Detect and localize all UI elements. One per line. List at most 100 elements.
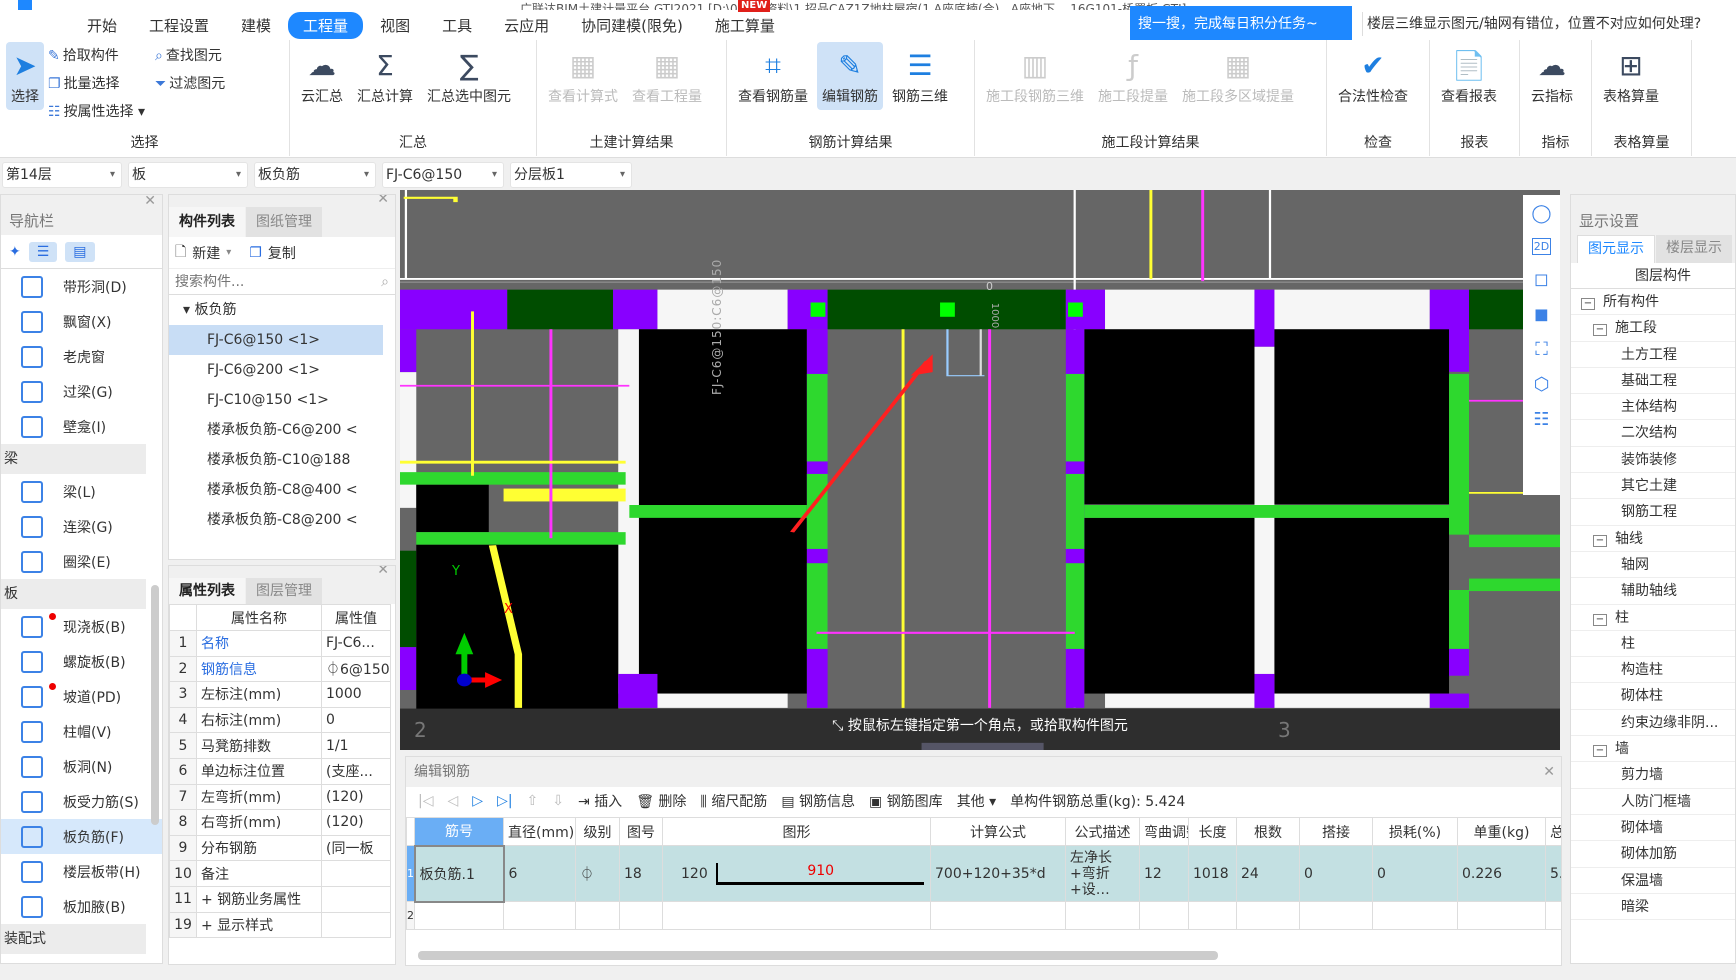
column-header[interactable]: 搭接 bbox=[1299, 817, 1373, 846]
property-value[interactable]: 0 bbox=[321, 706, 391, 734]
rebar-library-button[interactable]: ▣ 钢筋图库 bbox=[869, 791, 943, 811]
property-value[interactable]: FJ-C6... bbox=[321, 630, 391, 657]
column-header[interactable]: 级别 bbox=[575, 817, 620, 846]
property-row[interactable]: 6 单边标注位置 (支座... bbox=[169, 757, 391, 785]
component-item[interactable]: FJ-C6@200 <1> bbox=[169, 355, 383, 385]
layer-tree-item[interactable]: 柱 bbox=[1571, 631, 1735, 658]
property-row[interactable]: 2 钢筋信息 ⏀6@150 bbox=[169, 655, 391, 683]
nav-item[interactable]: 板洞(N) bbox=[1, 749, 162, 784]
select-by-property-button[interactable]: ☷ 按属性选择 ▾ bbox=[48, 98, 145, 126]
menu-item[interactable]: 工程设置 bbox=[134, 12, 224, 39]
collapse-icon[interactable]: − bbox=[1593, 324, 1607, 337]
property-row[interactable]: 9 分布钢筋 (同一板 bbox=[169, 834, 391, 862]
nav-item[interactable]: 带形洞(D) bbox=[1, 269, 162, 304]
tab-floor-display[interactable]: 楼层显示 bbox=[1656, 235, 1732, 263]
layer-tree-item[interactable]: 主体结构 bbox=[1571, 394, 1735, 421]
tab-property-list[interactable]: 属性列表 bbox=[169, 578, 245, 604]
cell-shape[interactable] bbox=[662, 901, 931, 930]
layer-tree-item[interactable]: 砌体加筋 bbox=[1571, 841, 1735, 868]
menu-item[interactable]: 协同建模(限免) bbox=[566, 12, 698, 39]
horizontal-scrollbar[interactable] bbox=[418, 951, 1218, 960]
layer-tree-item[interactable]: 其它土建 bbox=[1571, 473, 1735, 500]
nav-item[interactable]: 过梁(G) bbox=[1, 374, 162, 409]
layer-tree-item[interactable]: 辅助轴线 bbox=[1571, 578, 1735, 605]
layer-tree-item[interactable]: 砌体柱 bbox=[1571, 683, 1735, 710]
property-row[interactable]: 19 + 显示样式 bbox=[169, 911, 391, 939]
collapse-icon[interactable]: − bbox=[1593, 534, 1607, 547]
nav-scrollbar[interactable] bbox=[151, 585, 159, 825]
nav-item[interactable]: 现浇板(B) bbox=[1, 609, 162, 644]
close-icon[interactable]: ✕ bbox=[377, 195, 389, 207]
cell-unit[interactable] bbox=[1457, 901, 1546, 930]
cell-loss[interactable] bbox=[1372, 901, 1458, 930]
help-search-input[interactable]: 楼层三维显示图元/轴网有错位，位置不对应如何处理? bbox=[1362, 12, 1736, 36]
property-value[interactable]: (120) bbox=[321, 809, 391, 836]
tab-component-list[interactable]: 构件列表 bbox=[169, 207, 245, 237]
rebar-info-button[interactable]: ▤ 钢筋信息 bbox=[781, 791, 855, 811]
property-row[interactable]: 3 左标注(mm) 1000 bbox=[169, 681, 391, 708]
cell-grade[interactable] bbox=[575, 901, 620, 930]
nav-item[interactable]: 板负筋(F) bbox=[1, 819, 162, 854]
cube-filled-icon[interactable]: ◼ bbox=[1534, 304, 1549, 325]
column-header[interactable]: 弯曲调整 bbox=[1139, 817, 1189, 846]
cell-length[interactable]: 1018 bbox=[1188, 845, 1237, 902]
layer-tree-item[interactable]: − 轴线 bbox=[1571, 526, 1735, 552]
layer-tree-item[interactable]: 土方工程 bbox=[1571, 342, 1735, 368]
insert-button[interactable]: ⇥ 插入 bbox=[578, 791, 622, 811]
cell-lap[interactable] bbox=[1299, 901, 1373, 930]
component-item[interactable]: 楼承板负筋-C10@188 bbox=[169, 445, 383, 475]
cell-length[interactable] bbox=[1188, 901, 1237, 930]
prev-icon[interactable]: ◁ bbox=[447, 793, 458, 809]
nav-item[interactable]: 圈梁(E) bbox=[1, 544, 162, 579]
nav-item[interactable]: 螺旋板(B) bbox=[1, 644, 162, 679]
cell-bend[interactable] bbox=[1139, 901, 1189, 930]
cell-total[interactable]: 5.4 bbox=[1545, 845, 1561, 902]
close-icon[interactable]: ✕ bbox=[1543, 757, 1555, 787]
cell-shape[interactable]: 120 910 bbox=[662, 845, 931, 902]
property-value[interactable]: (支座... bbox=[321, 757, 391, 785]
nav-item[interactable]: 楼层板带(H) bbox=[1, 854, 162, 889]
close-icon[interactable]: ✕ bbox=[377, 566, 389, 578]
layer-tree-item[interactable]: 钢筋工程 bbox=[1571, 499, 1735, 526]
column-header[interactable]: 根数 bbox=[1236, 817, 1300, 846]
cell-total[interactable] bbox=[1545, 901, 1561, 930]
delete-button[interactable]: 🗑 删除 bbox=[636, 791, 686, 811]
cell-count[interactable]: 24 bbox=[1236, 845, 1300, 902]
layer-tree-item[interactable]: 二次结构 bbox=[1571, 420, 1735, 447]
nav-item[interactable]: 壁龛(I) bbox=[1, 409, 162, 444]
property-row[interactable]: 10 备注 bbox=[169, 860, 391, 887]
property-row[interactable]: 8 右弯折(mm) (120) bbox=[169, 809, 391, 836]
new-button[interactable]: 新建 bbox=[192, 243, 220, 263]
layer-tree-item[interactable]: 基础工程 bbox=[1571, 368, 1735, 395]
component-item[interactable]: FJ-C6@150 <1> bbox=[169, 325, 383, 355]
ribbon-button[interactable]: ✎ 编辑钢筋 bbox=[817, 42, 883, 110]
property-row[interactable]: 7 左弯折(mm) (120) bbox=[169, 783, 391, 811]
cube-icon[interactable]: ◻ bbox=[1534, 269, 1549, 290]
layer-tree-item[interactable]: 构造柱 bbox=[1571, 657, 1735, 684]
layer-tree-item[interactable]: − 施工段 bbox=[1571, 315, 1735, 342]
cell-bend[interactable]: 12 bbox=[1139, 845, 1189, 902]
cell-fig[interactable]: 18 bbox=[619, 845, 663, 902]
next-icon[interactable]: ▷ bbox=[472, 793, 483, 809]
column-header[interactable]: 图号 bbox=[619, 817, 663, 846]
tab-layer-management[interactable]: 图层管理 bbox=[246, 578, 322, 604]
menu-item[interactable]: 工具 bbox=[427, 12, 487, 39]
cell-desc[interactable]: 左净长+弯折+设… bbox=[1065, 845, 1140, 902]
select-button[interactable]: ➤ 选择 bbox=[6, 42, 44, 110]
menu-item[interactable]: 建模 bbox=[226, 12, 286, 39]
menu-item[interactable]: 工程量 bbox=[288, 11, 364, 39]
move-up-icon[interactable]: ⇧ bbox=[527, 793, 539, 809]
layer-tree-item[interactable]: 轴网 bbox=[1571, 552, 1735, 579]
ribbon-button[interactable]: 📄 查看报表 bbox=[1436, 42, 1502, 110]
nav-item[interactable]: 坡道(PD) bbox=[1, 679, 162, 714]
cell-unit[interactable]: 0.226 bbox=[1457, 845, 1546, 902]
property-value[interactable] bbox=[321, 885, 391, 913]
column-header[interactable]: 总 bbox=[1545, 817, 1561, 846]
3d-box-icon[interactable]: ⬡ bbox=[1534, 374, 1550, 395]
layer-select[interactable]: 分层板1 bbox=[510, 162, 632, 188]
layer-tree-item[interactable]: − 所有构件 bbox=[1571, 289, 1735, 316]
property-value[interactable]: 1000 bbox=[321, 681, 391, 708]
search-icon[interactable]: ⌕ bbox=[381, 274, 389, 290]
cell-fig[interactable] bbox=[619, 901, 663, 930]
property-value[interactable] bbox=[321, 860, 391, 887]
